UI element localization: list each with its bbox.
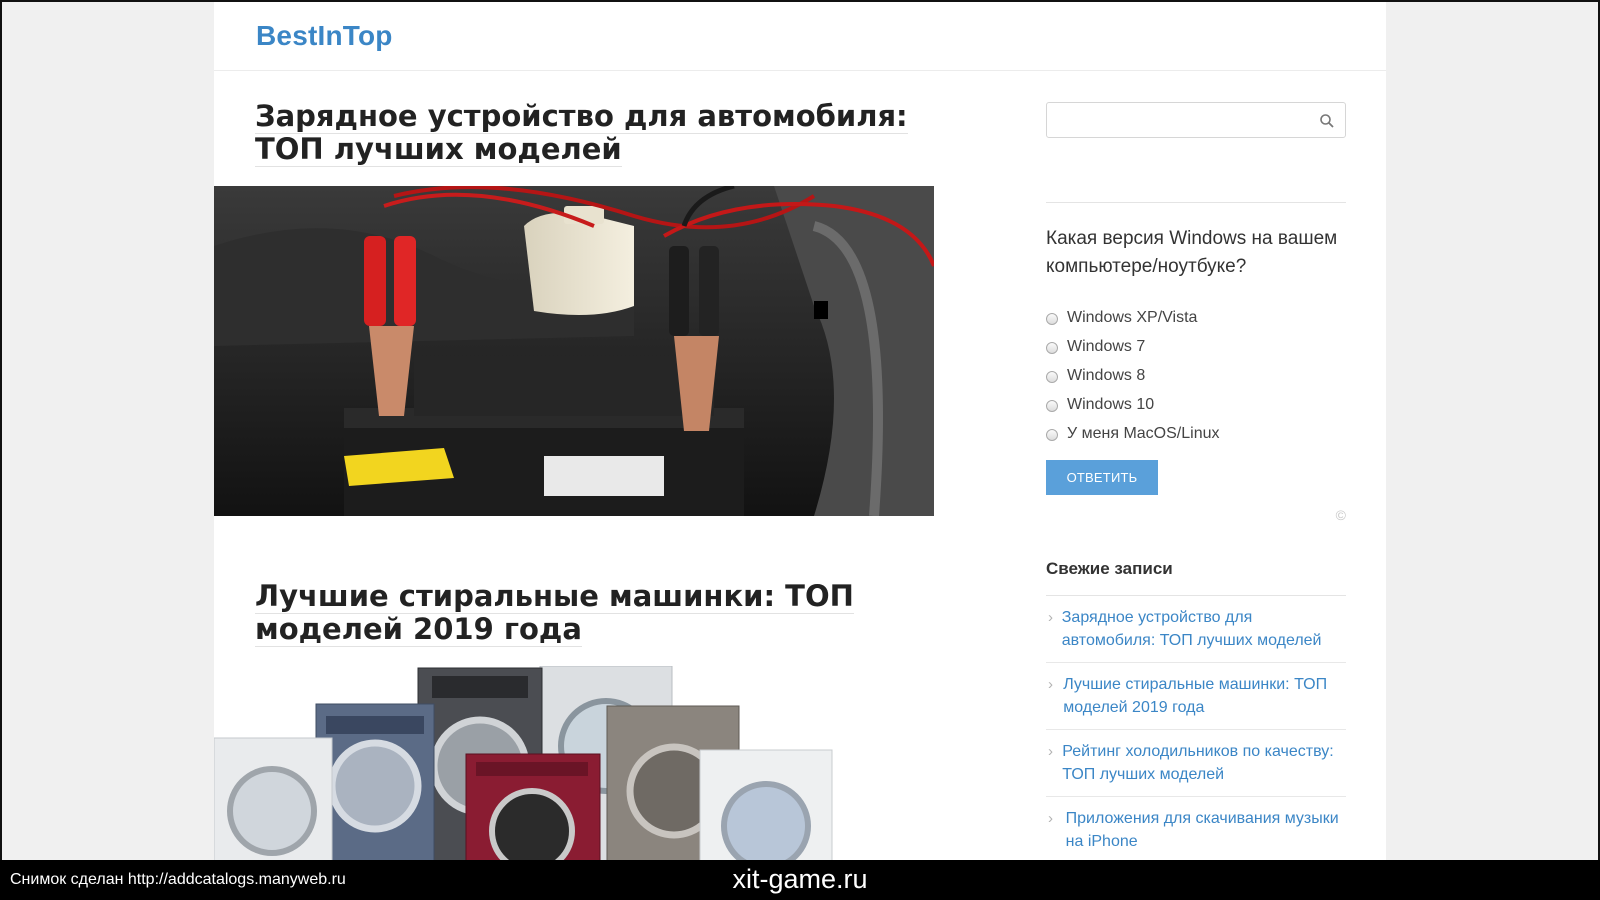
post-title-link[interactable]: Зарядное устройство для автомобиля: ТОП … (255, 99, 908, 167)
chevron-right-icon: › (1048, 743, 1053, 760)
poll-option[interactable]: Windows 10 (1046, 390, 1346, 419)
poll-copyright[interactable]: © (1046, 507, 1346, 523)
list-item: › Лучшие стиральные машинки: ТОП моделей… (1046, 663, 1346, 730)
recent-posts-list: › Зарядное устройство для автомобиля: ТО… (1046, 596, 1346, 864)
poll-option-label[interactable]: Windows 7 (1067, 338, 1145, 356)
car-battery-illustration (214, 186, 934, 516)
recent-post-link[interactable]: Приложения для скачивания музыки на iPho… (1066, 807, 1346, 853)
radio-button[interactable] (1046, 341, 1058, 354)
post-title-link[interactable]: Лучшие стиральные машинки: ТОП моделей 2… (255, 579, 854, 647)
radio-button[interactable] (1046, 428, 1058, 441)
poll-widget: Какая версия Windows на вашем компьютере… (1046, 202, 1346, 523)
site-logo[interactable]: BestInTop (256, 20, 393, 52)
screenshot-caption-bar: Снимок сделан http://addcatalogs.manyweb… (0, 860, 1600, 900)
recent-post-link[interactable]: Рейтинг холодильников по качеству: ТОП л… (1062, 740, 1346, 786)
poll-option-label[interactable]: Windows XP/Vista (1067, 309, 1197, 327)
poll-option[interactable]: Windows 7 (1046, 332, 1346, 361)
poll-option-label[interactable]: У меня MacOS/Linux (1067, 425, 1220, 443)
post-image-car-battery[interactable] (214, 186, 934, 516)
radio-button[interactable] (1046, 370, 1058, 383)
chevron-right-icon: › (1048, 676, 1053, 693)
post-1: Зарядное устройство для автомобиля: ТОП … (214, 99, 936, 516)
search-box (1046, 102, 1346, 138)
main-content: Зарядное устройство для автомобиля: ТОП … (214, 72, 936, 866)
poll-option[interactable]: Windows 8 (1046, 361, 1346, 390)
post-image-washing-machines[interactable] (214, 666, 934, 866)
sidebar: Какая версия Windows на вашем компьютере… (1046, 72, 1346, 864)
watermark-site: xit-game.ru (732, 864, 868, 894)
poll-option[interactable]: У меня MacOS/Linux (1046, 419, 1346, 448)
post-title[interactable]: Зарядное устройство для автомобиля: ТОП … (255, 99, 926, 167)
poll-question: Какая версия Windows на вашем компьютере… (1046, 228, 1338, 277)
poll-submit-button[interactable]: ОТВЕТИТЬ (1046, 460, 1158, 495)
chevron-right-icon: › (1048, 810, 1053, 827)
poll-option[interactable]: Windows XP/Vista (1046, 303, 1346, 332)
poll-options: Windows XP/Vista Windows 7 Windows 8 Win… (1046, 303, 1346, 448)
sidebar-divider (1046, 202, 1346, 203)
poll-option-label[interactable]: Windows 8 (1067, 367, 1145, 385)
search-input[interactable] (1047, 103, 1345, 137)
list-item: › Рейтинг холодильников по качеству: ТОП… (1046, 730, 1346, 797)
site-header: BestInTop (214, 2, 1386, 71)
recent-post-link[interactable]: Зарядное устройство для автомобиля: ТОП … (1062, 606, 1346, 652)
post-2: Лучшие стиральные машинки: ТОП моделей 2… (214, 579, 936, 866)
radio-button[interactable] (1046, 312, 1058, 325)
washing-machines-illustration (214, 666, 833, 866)
search-icon[interactable] (1319, 113, 1335, 129)
list-item: › Приложения для скачивания музыки на iP… (1046, 797, 1346, 864)
post-title[interactable]: Лучшие стиральные машинки: ТОП моделей 2… (255, 579, 926, 647)
radio-button[interactable] (1046, 399, 1058, 412)
recent-posts-title: Свежие записи (1046, 559, 1346, 596)
page: BestInTop Зарядное устройство для автомо… (214, 2, 1386, 866)
list-item: › Зарядное устройство для автомобиля: ТО… (1046, 596, 1346, 663)
recent-post-link[interactable]: Лучшие стиральные машинки: ТОП моделей 2… (1063, 673, 1346, 719)
chevron-right-icon: › (1048, 609, 1053, 626)
poll-option-label[interactable]: Windows 10 (1067, 396, 1154, 414)
